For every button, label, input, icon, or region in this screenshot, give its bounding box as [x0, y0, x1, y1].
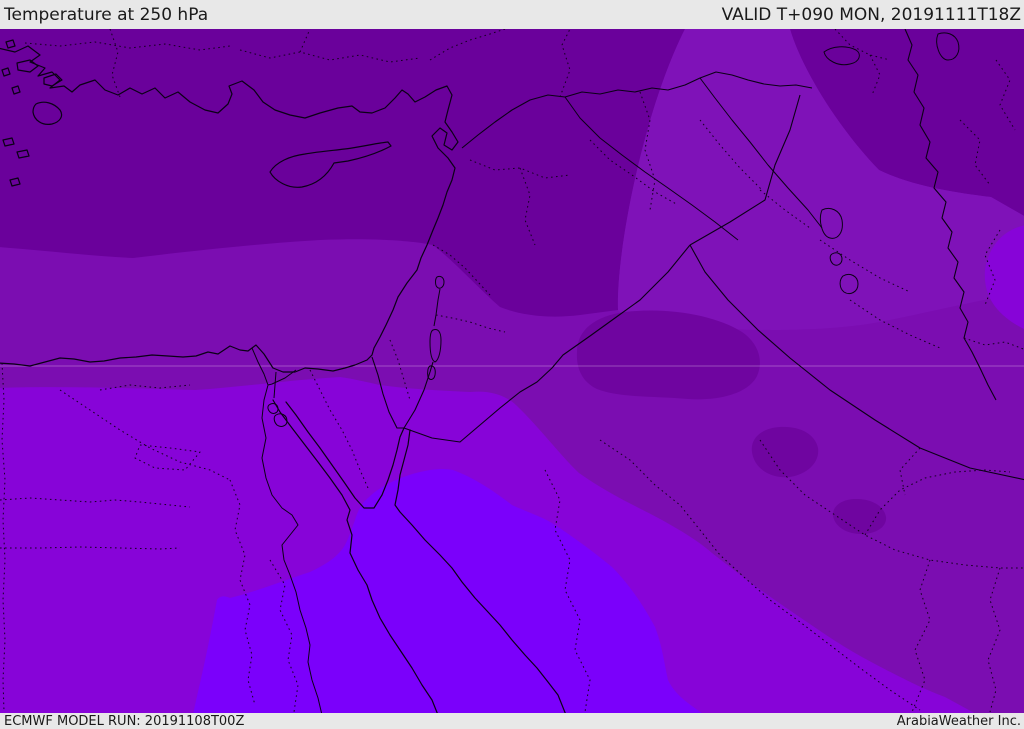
- title-bar: Temperature at 250 hPa VALID T+090 MON, …: [0, 0, 1024, 29]
- weather-map-svg: [0, 29, 1024, 713]
- model-run-label: ECMWF MODEL RUN: 20191108T00Z: [4, 713, 245, 729]
- footer-bar: ECMWF MODEL RUN: 20191108T00Z ArabiaWeat…: [0, 713, 1024, 729]
- map-area: [0, 29, 1024, 713]
- provider-label: ArabiaWeather Inc.: [896, 713, 1021, 729]
- valid-time-label: VALID T+090 MON, 20191111T18Z: [721, 4, 1021, 25]
- weather-map-app: Temperature at 250 hPa VALID T+090 MON, …: [0, 0, 1024, 729]
- map-title: Temperature at 250 hPa: [4, 4, 209, 25]
